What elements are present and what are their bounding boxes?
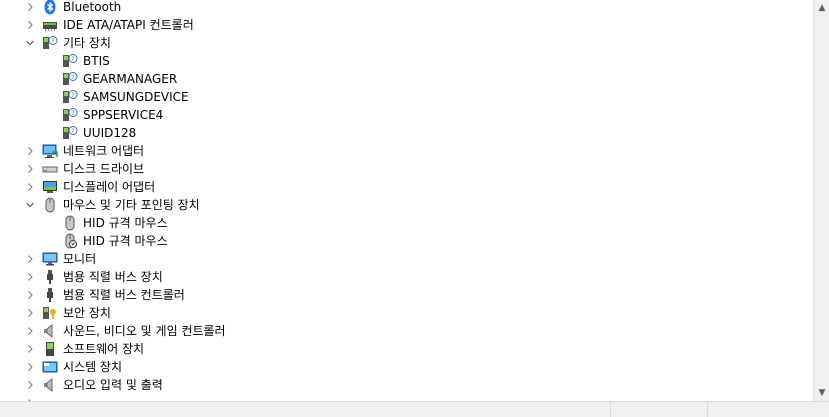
status-bar-divider [610, 401, 611, 417]
tree-item-label: SPPSERVICE4 [83, 108, 164, 122]
chevron-right-icon[interactable] [24, 0, 36, 16]
tree-item-label: 디스크 드라이브 [63, 162, 145, 176]
tree-item-label: 범용 직렬 버스 장치 [63, 270, 163, 284]
tree-item-label: 기타 장치 [63, 36, 111, 50]
chevron-right-icon[interactable] [24, 268, 36, 286]
unknown-device-icon: ? [62, 71, 78, 87]
status-bar [0, 401, 829, 417]
tree-item-label: 모니터 [63, 252, 97, 266]
scroll-down-arrow-icon[interactable]: ▼ [814, 385, 829, 401]
status-bar-divider [707, 401, 708, 417]
tree-category[interactable]: 마우스 및 기타 포인팅 장치 [0, 196, 813, 214]
chevron-right-icon[interactable] [24, 394, 36, 401]
tree-item-label: 사운드, 비디오 및 게임 컨트롤러 [63, 324, 226, 338]
svg-text:?: ? [71, 110, 74, 117]
chevron-right-icon[interactable] [24, 286, 36, 304]
software-device-icon [42, 341, 58, 357]
network-adapter-icon [42, 143, 58, 159]
unknown-device-icon: ? [62, 125, 78, 141]
tree-category[interactable]: 오디오 입력 및 출력 [0, 376, 813, 394]
tree-category[interactable]: 범용 직렬 버스 장치 [0, 268, 813, 286]
tree-item-label: 보안 장치 [63, 306, 111, 320]
chevron-right-icon[interactable] [24, 142, 36, 160]
tree-category[interactable]: 디스크 드라이브 [0, 160, 813, 178]
tree-category[interactable]: IDE ATA/ATAPI 컨트롤러 [0, 16, 813, 34]
tree-category[interactable]: Bluetooth [0, 0, 813, 16]
device-tree[interactable]: Bluetooth IDE ATA/ATAPI 컨트롤러? 기타 장치? BTIS? G… [0, 0, 813, 401]
tree-category[interactable]: 모니터 [0, 250, 813, 268]
chevron-right-icon[interactable] [24, 376, 36, 394]
tree-item[interactable]: ? SAMSUNGDEVICE [0, 88, 813, 106]
tree-item-label: 네트워크 어댑터 [63, 144, 145, 158]
unknown-device-icon: ? [62, 53, 78, 69]
tree-item[interactable]: HID 규격 마우스 [0, 214, 813, 232]
tree-item-label: IDE ATA/ATAPI 컨트롤러 [63, 18, 194, 32]
chevron-right-icon[interactable] [24, 340, 36, 358]
unknown-device-icon: ? [42, 35, 58, 51]
usb-icon [42, 287, 58, 303]
disk-drive-icon [42, 161, 58, 177]
tree-item-label: GEARMANAGER [83, 72, 178, 86]
tree-item-label: SAMSUNGDEVICE [83, 90, 189, 104]
monitor-icon [42, 251, 58, 267]
tree-item-label: HID 규격 마우스 [83, 234, 168, 248]
speaker-icon [42, 323, 58, 339]
tree-item[interactable]: ? SPPSERVICE4 [0, 106, 813, 124]
svg-text:?: ? [71, 128, 74, 135]
tree-category[interactable] [0, 394, 813, 401]
tree-item[interactable]: ? BTIS [0, 52, 813, 70]
tree-item-label: Bluetooth [63, 0, 122, 14]
tree-item-label: BTIS [83, 54, 110, 68]
tree-category[interactable]: 보안 장치 [0, 304, 813, 322]
chevron-right-icon[interactable] [24, 322, 36, 340]
ide-controller-icon [42, 17, 58, 33]
chevron-right-icon[interactable] [24, 16, 36, 34]
chevron-right-icon[interactable] [24, 304, 36, 322]
tree-item[interactable]: HID 규격 마우스 [0, 232, 813, 250]
svg-text:?: ? [71, 56, 74, 63]
speaker-icon [42, 377, 58, 393]
mouse-icon [42, 197, 58, 213]
mouse-warning-icon [62, 233, 78, 249]
tree-item-label: 시스템 장치 [63, 360, 123, 374]
tree-category[interactable]: 네트워크 어댑터 [0, 142, 813, 160]
mouse-icon [62, 215, 78, 231]
usb-icon [42, 269, 58, 285]
tree-item-label: HID 규격 마우스 [83, 216, 168, 230]
unknown-device-icon: ? [62, 107, 78, 123]
svg-text:?: ? [51, 38, 54, 45]
tree-category[interactable]: 사운드, 비디오 및 게임 컨트롤러 [0, 322, 813, 340]
tree-item-label: UUID128 [83, 126, 137, 140]
tree-item-label: 범용 직렬 버스 컨트롤러 [63, 288, 185, 302]
svg-text:?: ? [71, 74, 74, 81]
chevron-right-icon[interactable] [24, 160, 36, 178]
svg-text:?: ? [71, 92, 74, 99]
tree-item-label: 마우스 및 기타 포인팅 장치 [63, 198, 200, 212]
chevron-right-icon[interactable] [24, 358, 36, 376]
tree-category[interactable]: 디스플레이 어댑터 [0, 178, 813, 196]
tree-item[interactable]: ? UUID128 [0, 124, 813, 142]
tree-category[interactable]: 범용 직렬 버스 컨트롤러 [0, 286, 813, 304]
security-device-icon [42, 305, 58, 321]
scroll-up-arrow-icon[interactable]: ▲ [814, 0, 829, 16]
tree-category[interactable]: 소프트웨어 장치 [0, 340, 813, 358]
bluetooth-icon [42, 0, 58, 15]
tree-item[interactable]: ? GEARMANAGER [0, 70, 813, 88]
tree-item-label: 소프트웨어 장치 [63, 342, 145, 356]
chevron-down-icon[interactable] [24, 34, 36, 52]
chevron-down-icon[interactable] [24, 196, 36, 214]
vertical-scrollbar[interactable]: ▲ ▼ [813, 0, 829, 401]
chevron-right-icon[interactable] [24, 178, 36, 196]
tree-item-label: 오디오 입력 및 출력 [63, 378, 163, 392]
display-adapter-icon [42, 179, 58, 195]
unknown-device-icon: ? [62, 89, 78, 105]
system-device-icon [42, 359, 58, 375]
tree-category[interactable]: 시스템 장치 [0, 358, 813, 376]
tree-item-label: 디스플레이 어댑터 [63, 180, 156, 194]
chevron-right-icon[interactable] [24, 250, 36, 268]
tree-category[interactable]: ? 기타 장치 [0, 34, 813, 52]
